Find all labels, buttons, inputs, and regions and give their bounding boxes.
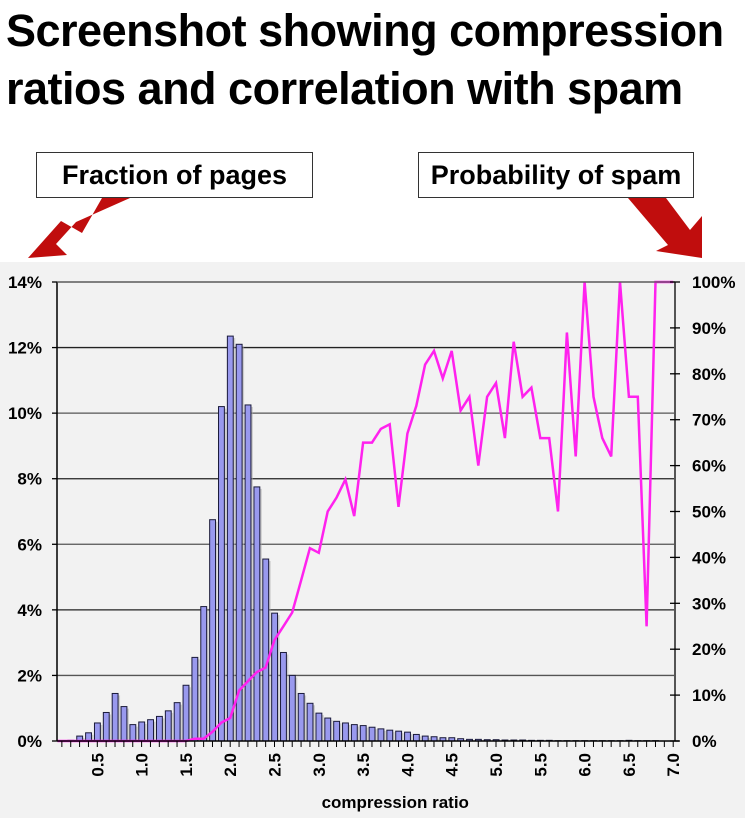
x-tick-label: 3.0	[310, 753, 329, 777]
bar	[386, 729, 394, 742]
y-right-tick-label: 50%	[692, 503, 726, 522]
x-tick-label: 6.5	[620, 753, 639, 777]
x-tick-label: 6.0	[576, 753, 595, 777]
bar	[182, 684, 190, 742]
y-right-tick-label: 30%	[692, 594, 726, 613]
y-left-tick-label: 10%	[8, 404, 42, 423]
bar	[324, 717, 332, 742]
bar	[138, 721, 146, 742]
y-right-tick-label: 100%	[692, 273, 735, 292]
bar	[395, 730, 403, 742]
chart: 0% 2% 4% 6% 8% 10% 12% 14% 0% 10% 20% 30% 40% 50% 60%…	[0, 198, 745, 818]
bar	[120, 706, 128, 742]
y-right-tick-label: 20%	[692, 640, 726, 659]
bar	[253, 486, 261, 742]
y-right-tick-label: 40%	[692, 548, 726, 567]
bar	[333, 720, 341, 742]
bar	[271, 612, 279, 742]
bar	[315, 712, 323, 742]
y-right-tick-label: 90%	[692, 319, 726, 338]
bar	[235, 343, 243, 742]
x-tick-label: 5.5	[531, 753, 550, 777]
x-tick-label: 2.0	[221, 753, 240, 777]
bar	[412, 733, 420, 742]
y-left-tick-label: 6%	[17, 535, 42, 554]
bar	[209, 519, 217, 742]
x-axis-label: compression ratio	[322, 793, 469, 812]
bar	[191, 656, 199, 742]
bar	[200, 606, 208, 742]
x-tick-label: 5.0	[487, 753, 506, 777]
bar	[218, 406, 225, 742]
bar	[244, 404, 252, 742]
x-tick-label: 3.5	[354, 753, 373, 777]
y-left-tick-label: 0%	[17, 732, 42, 751]
bar	[111, 692, 119, 742]
x-tick-label: 2.5	[266, 753, 285, 777]
bar	[102, 711, 110, 742]
bar	[306, 702, 314, 742]
y-left-tick-label: 12%	[8, 339, 42, 358]
bar	[297, 692, 305, 742]
bar	[226, 335, 234, 742]
x-tick-label: 1.5	[177, 753, 196, 777]
bar	[342, 722, 349, 742]
x-tick-label: 1.0	[133, 753, 152, 777]
bar	[173, 702, 181, 742]
bar	[280, 651, 287, 742]
x-tick-label: 4.0	[398, 753, 417, 777]
y-left-tick-label: 14%	[8, 273, 42, 292]
y-right-tick-label: 10%	[692, 686, 726, 705]
bar	[147, 719, 154, 742]
y-left-tick-label: 2%	[17, 666, 42, 685]
y-right-tick-label: 70%	[692, 411, 726, 430]
x-tick-label: 7.0	[664, 753, 683, 777]
bar	[164, 710, 172, 742]
bar	[129, 724, 137, 742]
bar	[155, 715, 163, 742]
y-right-tick-label: 80%	[692, 365, 726, 384]
arrow-right-icon	[628, 198, 702, 258]
bar	[288, 674, 296, 742]
y-left-tick-label: 8%	[17, 470, 42, 489]
bar	[368, 726, 376, 742]
bar	[404, 731, 411, 742]
bar	[93, 722, 101, 742]
x-tick-label: 4.5	[443, 753, 462, 777]
y-right-tick-label: 0%	[692, 732, 717, 751]
bar	[350, 724, 358, 742]
y-left-tick-label: 4%	[17, 601, 42, 620]
arrow-left-icon	[28, 198, 130, 258]
x-tick-label: 0.5	[88, 753, 107, 777]
y-right-tick-label: 60%	[692, 457, 726, 476]
bar	[359, 725, 367, 742]
bar	[377, 728, 385, 742]
bar	[262, 558, 270, 742]
